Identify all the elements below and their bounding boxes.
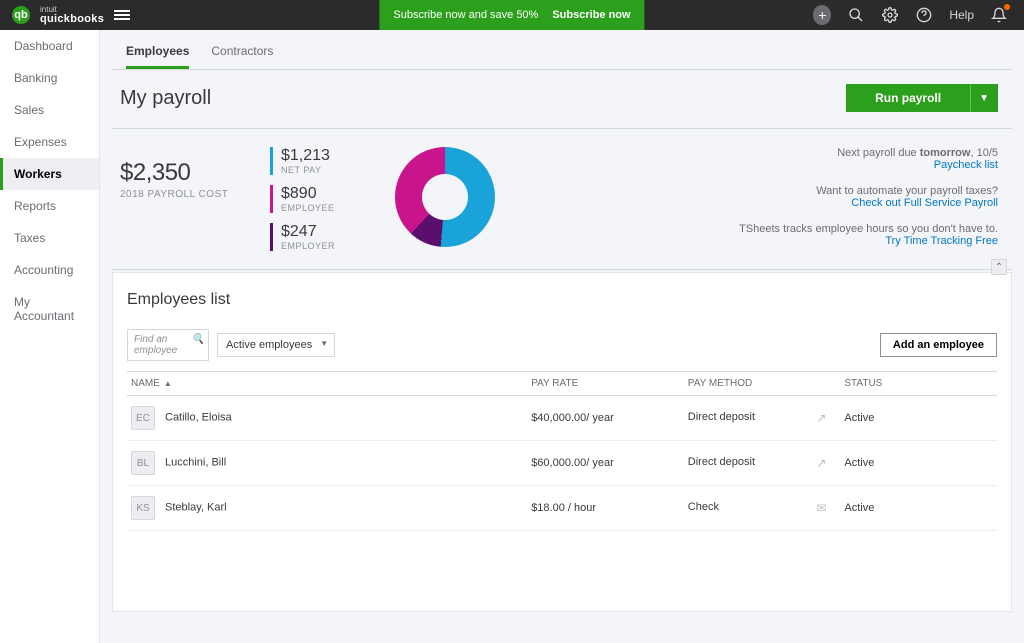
column-name[interactable]: NAME▲ bbox=[127, 372, 527, 396]
time-tracking-link[interactable]: Try Time Tracking Free bbox=[739, 235, 998, 247]
add-icon[interactable]: + bbox=[813, 6, 831, 24]
topbar-left: qb intuit quickbooks bbox=[0, 6, 130, 25]
next-payroll-text: Next payroll due tomorrow, 10/5 bbox=[837, 147, 998, 159]
employee-pay-method: Direct deposit↗ bbox=[684, 441, 841, 486]
employer-amount: $247 bbox=[281, 223, 335, 241]
netpay-label: NET PAY bbox=[281, 165, 335, 175]
search-placeholder: Find an employee bbox=[134, 334, 177, 356]
total-cost-amount: $2,350 bbox=[120, 159, 240, 187]
employees-table: NAME▲ PAY RATE PAY METHOD STATUS EC Catil… bbox=[127, 371, 997, 531]
payroll-donut-chart bbox=[395, 147, 495, 247]
employee-initials-badge: KS bbox=[131, 496, 155, 520]
main: Employees Contractors My payroll Run payr… bbox=[100, 30, 1024, 643]
run-payroll-dropdown[interactable]: ▼ bbox=[970, 84, 998, 112]
sidebar-item-sales[interactable]: Sales bbox=[0, 94, 99, 126]
total-cost: $2,350 2018 PAYROLL COST bbox=[120, 147, 240, 251]
employee-amount: $890 bbox=[281, 185, 335, 203]
employee-block: $890 EMPLOYEE bbox=[270, 185, 335, 213]
sidebar-item-expenses[interactable]: Expenses bbox=[0, 126, 99, 158]
page-title: My payroll bbox=[120, 87, 211, 110]
automate-taxes-text: Want to automate your payroll taxes? bbox=[816, 185, 998, 197]
employee-status: Active bbox=[840, 396, 997, 441]
netpay-amount: $1,213 bbox=[281, 147, 335, 165]
topbar-right: + Help bbox=[813, 6, 1024, 24]
help-icon[interactable] bbox=[915, 6, 933, 24]
subscribe-text: Subscribe now and save 50% bbox=[393, 9, 538, 21]
sidebar-item-accounting[interactable]: Accounting bbox=[0, 254, 99, 286]
column-pay-rate[interactable]: PAY RATE bbox=[527, 372, 684, 396]
column-pay-method[interactable]: PAY METHOD bbox=[684, 372, 841, 396]
brand-big: quickbooks bbox=[40, 13, 104, 25]
collapse-card-button[interactable]: ⌃ bbox=[991, 259, 1007, 275]
gear-icon[interactable] bbox=[881, 6, 899, 24]
pay-method-icon: ✉ bbox=[816, 501, 836, 515]
employee-status: Active bbox=[840, 486, 997, 531]
employee-search-input[interactable]: Find an employee 🔍 bbox=[127, 329, 209, 361]
sort-asc-icon: ▲ bbox=[164, 379, 172, 388]
sidebar-item-banking[interactable]: Banking bbox=[0, 62, 99, 94]
employer-block: $247 EMPLOYER bbox=[270, 223, 335, 251]
subscribe-cta[interactable]: Subscribe now bbox=[552, 9, 630, 21]
sidebar-item-taxes[interactable]: Taxes bbox=[0, 222, 99, 254]
qb-logo-icon: qb bbox=[12, 6, 30, 24]
help-label[interactable]: Help bbox=[949, 8, 974, 22]
column-status[interactable]: STATUS bbox=[840, 372, 997, 396]
sidebar: DashboardBankingSalesExpensesWorkersRepo… bbox=[0, 30, 100, 643]
add-employee-button[interactable]: Add an employee bbox=[880, 333, 997, 357]
payroll-summary: $2,350 2018 PAYROLL COST $1,213 NET PAY … bbox=[112, 129, 1012, 270]
run-payroll-button[interactable]: Run payroll bbox=[846, 84, 970, 112]
next-payroll-block: Next payroll due tomorrow, 10/5 Paycheck… bbox=[739, 147, 998, 171]
summary-right-info: Next payroll due tomorrow, 10/5 Paycheck… bbox=[739, 147, 1004, 251]
employee-status: Active bbox=[840, 441, 997, 486]
employee-name: Steblay, Karl bbox=[165, 502, 227, 514]
pay-method-icon: ↗ bbox=[816, 411, 836, 425]
employee-pay-method: Direct deposit↗ bbox=[684, 396, 841, 441]
employee-pay-rate: $60,000.00/ year bbox=[527, 441, 684, 486]
tab-contractors[interactable]: Contractors bbox=[211, 44, 273, 69]
cost-breakdown: $1,213 NET PAY $890 EMPLOYEE $247 EMPLOY… bbox=[270, 147, 335, 251]
employee-label: EMPLOYEE bbox=[281, 203, 335, 213]
tsheets-block: TSheets tracks employee hours so you don… bbox=[739, 223, 998, 247]
sidebar-item-my-accountant[interactable]: My Accountant bbox=[0, 286, 99, 332]
employee-name: Lucchini, Bill bbox=[165, 457, 226, 469]
employee-initials-badge: EC bbox=[131, 406, 155, 430]
subscribe-banner[interactable]: Subscribe now and save 50% Subscribe now bbox=[379, 0, 644, 30]
total-cost-label: 2018 PAYROLL COST bbox=[120, 189, 240, 200]
search-icon[interactable] bbox=[847, 6, 865, 24]
paycheck-list-link[interactable]: Paycheck list bbox=[739, 159, 998, 171]
table-row[interactable]: BL Lucchini, Bill $60,000.00/ yearDirect d… bbox=[127, 441, 997, 486]
employee-pay-rate: $40,000.00/ year bbox=[527, 396, 684, 441]
notification-dot-icon bbox=[1004, 4, 1010, 10]
brand: intuit quickbooks bbox=[40, 6, 104, 25]
pay-method-icon: ↗ bbox=[816, 456, 836, 470]
table-row[interactable]: EC Catillo, Eloisa $40,000.00/ yearDirect … bbox=[127, 396, 997, 441]
notification-icon[interactable] bbox=[990, 6, 1008, 24]
full-service-payroll-link[interactable]: Check out Full Service Payroll bbox=[739, 197, 998, 209]
netpay-block: $1,213 NET PAY bbox=[270, 147, 335, 175]
table-row[interactable]: KS Steblay, Karl $18.00 / hourCheck✉Active bbox=[127, 486, 997, 531]
employee-name: Catillo, Eloisa bbox=[165, 412, 232, 424]
automate-taxes-block: Want to automate your payroll taxes? Che… bbox=[739, 185, 998, 209]
employee-pay-method: Check✉ bbox=[684, 486, 841, 531]
employees-list-heading: Employees list bbox=[127, 291, 997, 309]
sidebar-item-reports[interactable]: Reports bbox=[0, 190, 99, 222]
employee-initials-badge: BL bbox=[131, 451, 155, 475]
tsheets-text: TSheets tracks employee hours so you don… bbox=[739, 223, 998, 235]
tab-employees[interactable]: Employees bbox=[126, 44, 189, 69]
employees-list-card: ⌃ Employees list Find an employee 🔍 Acti… bbox=[112, 272, 1012, 612]
hamburger-icon[interactable] bbox=[114, 8, 130, 22]
topbar: qb intuit quickbooks Subscribe now and s… bbox=[0, 0, 1024, 30]
search-icon: 🔍 bbox=[192, 334, 204, 345]
sidebar-item-dashboard[interactable]: Dashboard bbox=[0, 30, 99, 62]
employee-filter-select[interactable]: Active employees bbox=[217, 333, 335, 357]
employer-label: EMPLOYER bbox=[281, 241, 335, 251]
run-payroll-group: Run payroll ▼ bbox=[846, 84, 998, 112]
tabs: Employees Contractors bbox=[112, 30, 1012, 70]
sidebar-item-workers[interactable]: Workers bbox=[0, 158, 99, 190]
employee-pay-rate: $18.00 / hour bbox=[527, 486, 684, 531]
page-header: My payroll Run payroll ▼ bbox=[112, 70, 1012, 129]
list-controls: Find an employee 🔍 Active employees Add … bbox=[127, 329, 997, 361]
